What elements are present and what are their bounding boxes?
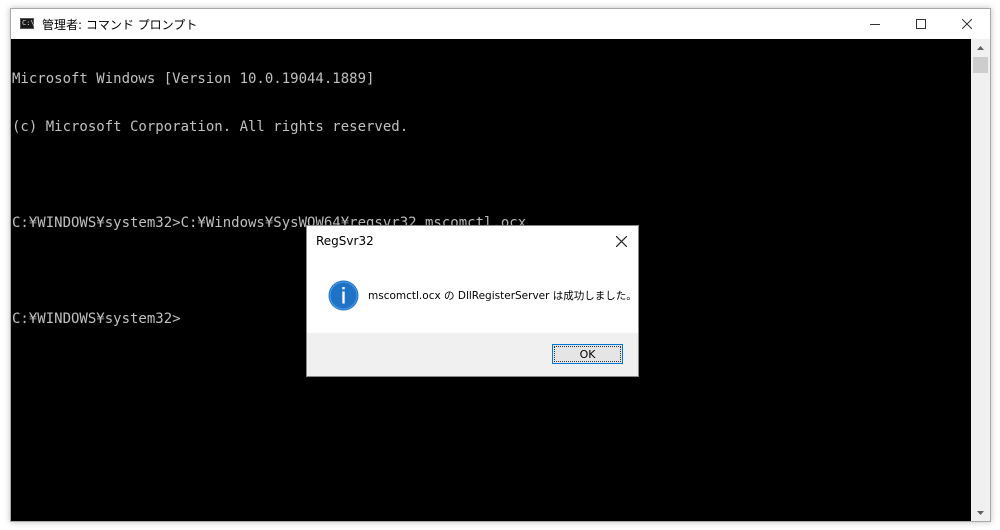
chevron-up-icon	[977, 45, 984, 50]
dialog-close-button[interactable]	[604, 226, 638, 256]
close-button[interactable]	[944, 9, 990, 39]
cmd-icon-label: C:\	[22, 19, 35, 27]
title-bar[interactable]: C:\ 管理者: コマンド プロンプト	[11, 9, 990, 39]
console-line: Microsoft Windows [Version 10.0.19044.18…	[12, 71, 375, 87]
console-line: (c) Microsoft Corporation. All rights re…	[12, 119, 409, 135]
dialog-title: RegSvr32	[316, 234, 374, 248]
minimize-button[interactable]	[852, 9, 898, 39]
close-icon	[615, 235, 627, 247]
minimize-icon	[870, 24, 880, 25]
cmd-icon[interactable]: C:\	[20, 18, 35, 29]
window-title: 管理者: コマンド プロンプト	[42, 18, 198, 32]
ok-button[interactable]: OK	[552, 344, 623, 364]
info-icon	[328, 280, 359, 311]
dialog-body: mscomctl.ocx の DllRegisterServer は成功しました…	[307, 256, 638, 334]
scroll-down-button[interactable]	[971, 504, 990, 521]
maximize-button[interactable]	[898, 9, 944, 39]
scroll-up-button[interactable]	[971, 39, 990, 56]
regsvr32-dialog: RegSvr32 mscomctl.ocx の DllRegisterServe…	[306, 225, 639, 377]
chevron-down-icon	[977, 510, 984, 515]
dialog-message: mscomctl.ocx の DllRegisterServer は成功しました…	[368, 290, 637, 302]
vertical-scrollbar[interactable]	[971, 39, 990, 521]
close-icon	[962, 19, 972, 29]
maximize-icon	[916, 19, 926, 29]
scrollbar-thumb[interactable]	[973, 57, 988, 73]
dialog-footer: OK	[307, 333, 638, 376]
